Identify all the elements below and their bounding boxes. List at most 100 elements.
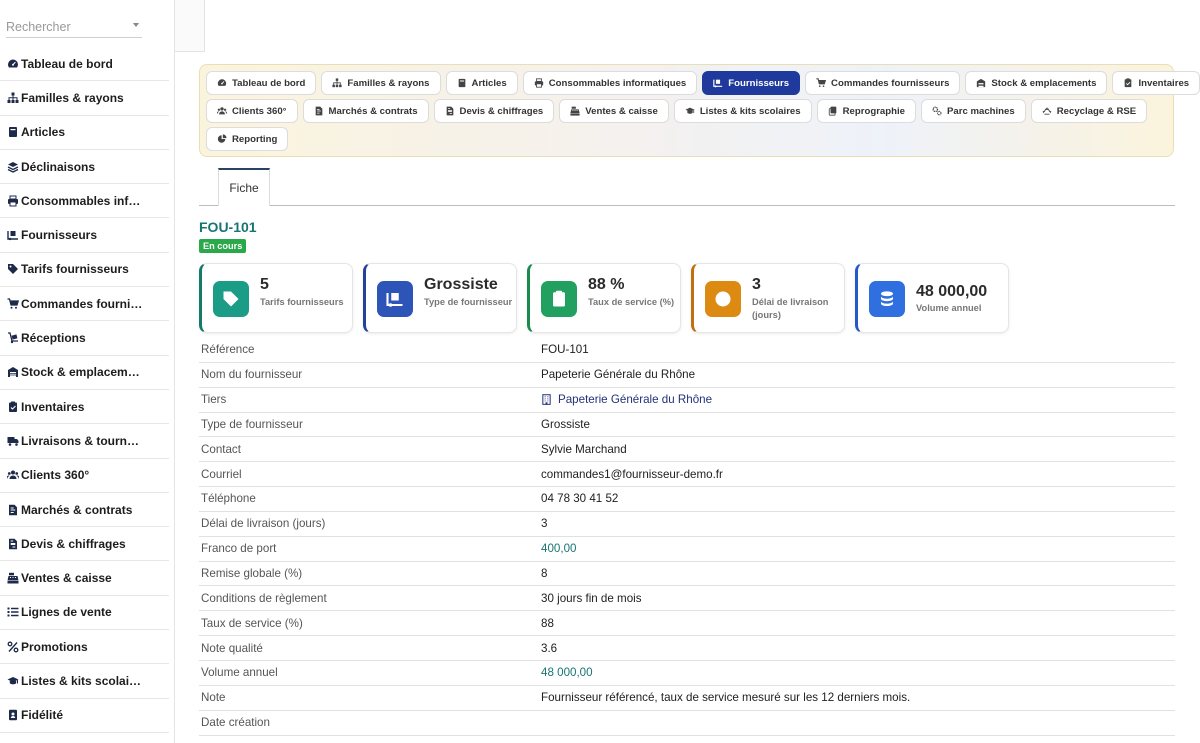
field-value-text: 88 — [541, 616, 554, 630]
sidebar-item-promotions[interactable]: Promotions — [0, 630, 169, 665]
module-tab-label: Tableau de bord — [232, 77, 306, 89]
sidebar-item-label: Tableau de bord — [21, 56, 113, 71]
module-tab-tableau-de-bord[interactable]: Tableau de bord — [206, 71, 317, 95]
sidebar-item-fidélité[interactable]: Fidélité — [0, 699, 169, 733]
sidebar-item-réceptions[interactable]: Réceptions — [0, 321, 169, 356]
module-tab-clients-360[interactable]: Clients 360° — [206, 99, 298, 123]
sidebar-item-livraisons-tournées[interactable]: Livraisons & tournées — [0, 424, 169, 459]
field-label: Délai de livraison (jours) — [201, 517, 326, 531]
sidebar-item-déclinaisons[interactable]: Déclinaisons — [0, 150, 169, 185]
warehouse-icon — [5, 366, 20, 379]
clipboard-check-icon — [5, 400, 20, 413]
module-tab-label: Devis & chiffrages — [459, 105, 544, 117]
cart-icon — [816, 78, 827, 88]
sidebar-item-stock-emplacements[interactable]: Stock & emplacements — [0, 356, 169, 390]
field-value-text: Fournisseur référencé, taux de service m… — [541, 691, 911, 705]
module-tab-reprographie[interactable]: Reprographie — [816, 99, 916, 123]
kpi-value: 48 000,00 — [916, 283, 988, 300]
module-nav-row: Reporting — [206, 127, 1167, 153]
sidebar-item-label: Marchés & contrats — [21, 502, 133, 517]
field-label: Nom du fournisseur — [201, 368, 303, 382]
module-tab-commandes-fournisseurs[interactable]: Commandes fournisseurs — [805, 71, 961, 95]
module-tab-reporting[interactable]: Reporting — [206, 127, 289, 151]
field-value: 400,00 — [541, 542, 576, 555]
module-tab-stock-emplacements[interactable]: Stock & emplacements — [965, 71, 1108, 95]
field-row: Délai de livraison (jours) 3 — [199, 512, 1175, 537]
module-nav-row: Clients 360° Marchés & contrats Devis & ch… — [206, 99, 1167, 125]
field-label: Date création — [201, 716, 270, 730]
sidebar-item-label: Ventes & caisse — [21, 571, 112, 586]
record-fields: Référence FOU-101 Nom du fournisseur Papete… — [199, 338, 1175, 736]
module-tab-label: Reprographie — [842, 105, 905, 117]
gauge-icon — [5, 57, 20, 70]
sidebar-item-ventes-caisse[interactable]: Ventes & caisse — [0, 561, 169, 596]
users-icon — [5, 469, 20, 482]
module-tab-consommables-informatiques[interactable]: Consommables informatiques — [522, 71, 698, 95]
sitemap-icon — [332, 78, 342, 88]
field-link[interactable]: Papeterie Générale du Rhône — [541, 393, 712, 406]
kpi-caption: Taux de service (%) — [588, 297, 675, 307]
search-input[interactable] — [6, 18, 124, 34]
sidebar-item-consommables-informatiques[interactable]: Consommables informatiques — [0, 184, 169, 219]
module-tab-parc-machines[interactable]: Parc machines — [920, 99, 1026, 123]
field-value-text: Papeterie Générale du Rhône — [558, 393, 713, 407]
sidebar-item-label: Fidélité — [21, 708, 64, 723]
sidebar-item-label: Consommables informatiques — [21, 193, 145, 208]
sidebar-item-fournisseurs[interactable]: Fournisseurs — [0, 218, 169, 253]
tags-icon — [5, 263, 20, 276]
sidebar-item-clients-360[interactable]: Clients 360° — [0, 459, 169, 493]
field-label: Type de fournisseur — [201, 417, 303, 431]
percent-icon — [5, 640, 20, 653]
sidebar-item-familles-rayons[interactable]: Familles & rayons — [0, 81, 169, 116]
sidebar-item-label: Familles & rayons — [21, 90, 124, 105]
field-value: Sylvie Marchand — [541, 443, 627, 456]
chevron-down-icon[interactable] — [133, 23, 139, 27]
sidebar-item-marchés-contrats[interactable]: Marchés & contrats — [0, 493, 169, 528]
module-tab-devis-chiffrages[interactable]: Devis & chiffrages — [433, 99, 555, 123]
kpi-value: 3 — [752, 276, 761, 293]
sidebar-item-label: Tarifs fournisseurs — [21, 262, 129, 277]
field-row: Franco de port 400,00 — [199, 537, 1175, 562]
module-tab-marchés-contrats[interactable]: Marchés & contrats — [302, 99, 429, 123]
truck-ramp-icon — [386, 290, 404, 308]
sidebar-item-tarifs-fournisseurs[interactable]: Tarifs fournisseurs — [0, 253, 169, 288]
module-tab-label: Familles & rayons — [347, 77, 430, 89]
field-row: Volume annuel 48 000,00 — [199, 661, 1175, 686]
field-value-text: 3.6 — [541, 641, 558, 655]
sidebar-item-inventaires[interactable]: Inventaires — [0, 390, 169, 425]
sidebar-menu: Tableau de bord Familles & rayons Articles… — [0, 47, 169, 733]
sidebar-item-commandes-fournisseurs[interactable]: Commandes fournisseurs — [0, 287, 169, 322]
field-value: FOU-101 — [541, 343, 589, 356]
sidebar: Tableau de bord Familles & rayons Articles… — [0, 0, 175, 743]
sidebar-item-listes-kits-scolaires[interactable]: Listes & kits scolaires — [0, 664, 169, 699]
cash-register-icon — [5, 572, 20, 585]
field-value-text: 04 78 30 41 52 — [541, 492, 619, 506]
gears-icon — [932, 106, 942, 116]
module-tab-fournisseurs[interactable]: Fournisseurs — [702, 71, 801, 95]
sidebar-item-tableau-de-bord[interactable]: Tableau de bord — [0, 47, 169, 82]
field-label: Téléphone — [201, 492, 256, 506]
kpi-caption: Délai de livraison (jours) — [752, 297, 829, 320]
sidebar-item-articles[interactable]: Articles — [0, 116, 169, 150]
field-value: commandes1@fournisseur-demo.fr — [541, 468, 723, 481]
layers-icon — [5, 160, 20, 173]
module-tab-ventes-caisse[interactable]: Ventes & caisse — [559, 99, 669, 123]
module-tab-familles-rayons[interactable]: Familles & rayons — [321, 71, 441, 95]
module-tab-recyclage-rse[interactable]: Recyclage & RSE — [1030, 99, 1148, 123]
field-value: 88 — [541, 617, 554, 630]
field-label: Note qualité — [201, 641, 263, 655]
field-value: 48 000,00 — [541, 666, 593, 679]
field-label: Franco de port — [201, 542, 277, 556]
kpi-icon-tile — [213, 281, 249, 317]
field-value-text: 400,00 — [541, 542, 577, 556]
tab-fiche[interactable]: Fiche — [218, 168, 270, 206]
module-tab-listes-kits-scolaires[interactable]: Listes & kits scolaires — [673, 99, 812, 123]
search-box[interactable] — [6, 18, 142, 38]
sidebar-item-devis-chiffrages[interactable]: Devis & chiffrages — [0, 527, 169, 562]
module-tab-articles[interactable]: Articles — [445, 71, 518, 95]
sidebar-item-lignes-de-vente[interactable]: Lignes de vente — [0, 596, 169, 631]
record-title: FOU-101 — [199, 219, 257, 235]
sidebar-item-label: Clients 360° — [21, 468, 90, 483]
module-tab-inventaires[interactable]: Inventaires — [1112, 71, 1200, 95]
truck-ramp-icon — [5, 229, 20, 242]
